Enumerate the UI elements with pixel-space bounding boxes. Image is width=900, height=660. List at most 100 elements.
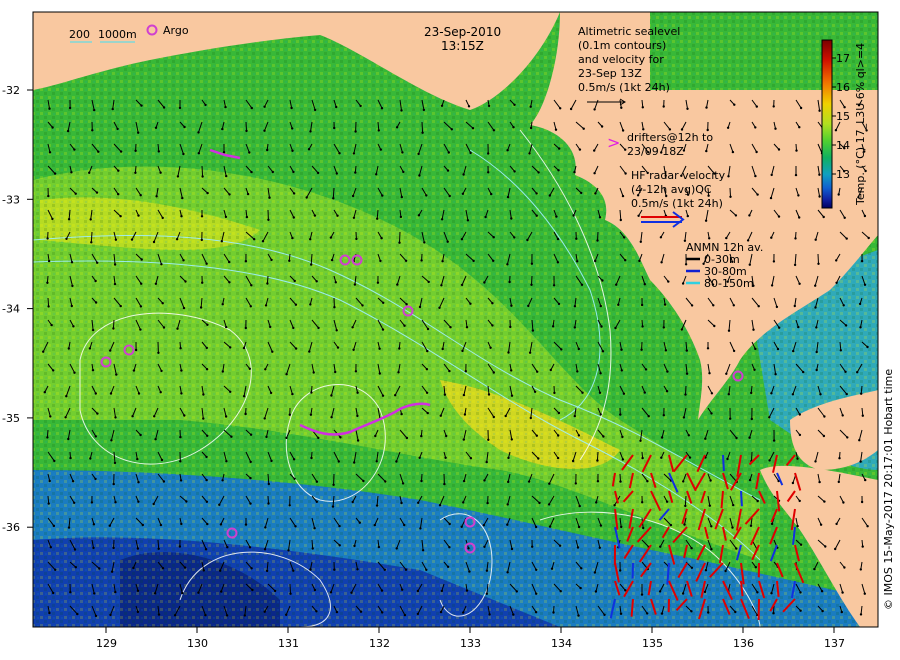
y-tick-label: -36 bbox=[2, 521, 20, 534]
velocity-vector-head bbox=[667, 280, 670, 283]
velocity-vector-head bbox=[814, 306, 817, 309]
velocity-vector-head bbox=[420, 259, 423, 262]
velocity-vector bbox=[421, 121, 424, 133]
velocity-vector-head bbox=[510, 438, 513, 441]
velocity-vector-head bbox=[354, 130, 357, 133]
velocity-vector-head bbox=[613, 504, 616, 507]
velocity-vector-head bbox=[578, 148, 582, 151]
velocity-vector-head bbox=[684, 263, 688, 266]
velocity-vector-head bbox=[225, 174, 228, 178]
velocity-vector-head bbox=[400, 109, 403, 112]
velocity-vector-head bbox=[225, 614, 229, 617]
velocity-vector-head bbox=[557, 302, 561, 306]
velocity-vector-head bbox=[157, 150, 160, 153]
velocity-vector-head bbox=[754, 566, 757, 569]
velocity-vector-head bbox=[593, 172, 596, 175]
velocity-vector-head bbox=[527, 480, 531, 483]
velocity-vector-head bbox=[731, 150, 735, 154]
velocity-vector-head bbox=[530, 283, 533, 286]
velocity-vector-head bbox=[640, 593, 644, 596]
velocity-vector-head bbox=[112, 482, 115, 486]
velocity-vector-head bbox=[377, 545, 381, 549]
argo-legend-label: Argo bbox=[163, 24, 189, 37]
velocity-vector-head bbox=[313, 108, 317, 112]
velocity-vector-head bbox=[469, 151, 472, 155]
velocity-vector-head bbox=[94, 301, 98, 304]
x-tick-label: 135 bbox=[642, 637, 663, 650]
velocity-vector-head bbox=[88, 347, 92, 350]
velocity-vector-head bbox=[712, 304, 715, 307]
velocity-vector-head bbox=[271, 170, 274, 174]
velocity-vector-head bbox=[108, 524, 112, 527]
velocity-vector-head bbox=[823, 500, 826, 503]
velocity-vector-head bbox=[755, 150, 758, 154]
altimetry-legend-line: Altimetric sealevel bbox=[578, 25, 680, 38]
velocity-vector-head bbox=[559, 107, 562, 110]
velocity-vector-head bbox=[467, 105, 471, 108]
velocity-vector-head bbox=[660, 612, 664, 615]
velocity-vector-head bbox=[660, 261, 663, 264]
velocity-vector-head bbox=[269, 325, 272, 329]
velocity-vector-head bbox=[384, 480, 387, 483]
velocity-vector-head bbox=[772, 439, 776, 442]
velocity-vector bbox=[201, 165, 204, 177]
velocity-vector-head bbox=[200, 238, 203, 242]
velocity-vector-head bbox=[417, 152, 420, 156]
velocity-vector-head bbox=[440, 284, 443, 287]
velocity-vector-head bbox=[181, 591, 184, 595]
velocity-vector-head bbox=[798, 433, 802, 437]
x-axis-ticks: 129 130 131 132 133 134 135 136 137 bbox=[96, 627, 845, 650]
velocity-vector-head bbox=[727, 393, 730, 396]
velocity-vector-head bbox=[859, 460, 862, 463]
velocity-vector-head bbox=[466, 219, 470, 222]
velocity-vector-head bbox=[152, 240, 156, 244]
velocity-vector-head bbox=[249, 476, 252, 480]
velocity-vector-head bbox=[512, 126, 515, 129]
velocity-vector-head bbox=[639, 240, 642, 243]
velocity-vector-head bbox=[483, 545, 486, 548]
velocity-vector-head bbox=[795, 149, 798, 152]
velocity-vector-head bbox=[846, 436, 849, 439]
velocity-vector-head bbox=[579, 586, 582, 590]
velocity-vector-head bbox=[860, 392, 863, 395]
velocity-vector-head bbox=[620, 106, 623, 110]
velocity-vector-head bbox=[513, 103, 516, 107]
velocity-vector-head bbox=[844, 370, 847, 373]
velocity-vector-head bbox=[248, 546, 252, 549]
velocity-vector bbox=[332, 187, 335, 199]
velocity-vector-head bbox=[265, 569, 269, 573]
velocity-vector-head bbox=[842, 304, 845, 307]
velocity-vector-head bbox=[378, 372, 381, 375]
velocity-vector-head bbox=[856, 371, 859, 374]
map-area bbox=[33, 12, 878, 627]
x-tick-label: 134 bbox=[551, 637, 572, 650]
velocity-vector-head bbox=[446, 169, 450, 172]
velocity-vector-head bbox=[226, 546, 229, 549]
velocity-vector-head bbox=[110, 570, 114, 573]
velocity-vector-head bbox=[643, 283, 646, 286]
velocity-vector-head bbox=[137, 131, 140, 134]
velocity-vector-head bbox=[582, 127, 585, 130]
velocity-vector-head bbox=[69, 591, 72, 594]
velocity-vector-head bbox=[73, 148, 76, 151]
velocity-vector-head bbox=[354, 171, 357, 174]
velocity-vector-head bbox=[861, 414, 864, 417]
velocity-vector-head bbox=[179, 435, 182, 439]
velocity-vector bbox=[751, 451, 753, 462]
velocity-vector-head bbox=[573, 326, 576, 329]
velocity-vector-head bbox=[400, 195, 403, 199]
velocity-vector-head bbox=[50, 323, 53, 327]
velocity-vector-head bbox=[289, 592, 292, 595]
velocity-vector-head bbox=[471, 127, 475, 130]
velocity-vector-head bbox=[822, 215, 825, 219]
drifters-legend-line: drifters@12h to bbox=[627, 131, 713, 144]
velocity-vector-head bbox=[157, 547, 160, 550]
velocity-vector-head bbox=[531, 329, 535, 332]
velocity-vector-head bbox=[866, 345, 869, 349]
velocity-vector-head bbox=[799, 609, 802, 612]
velocity-vector-head bbox=[140, 282, 143, 285]
velocity-vector-head bbox=[835, 259, 838, 262]
velocity-vector-head bbox=[261, 240, 265, 243]
velocity-vector-head bbox=[685, 349, 688, 352]
velocity-vector-head bbox=[395, 126, 399, 129]
